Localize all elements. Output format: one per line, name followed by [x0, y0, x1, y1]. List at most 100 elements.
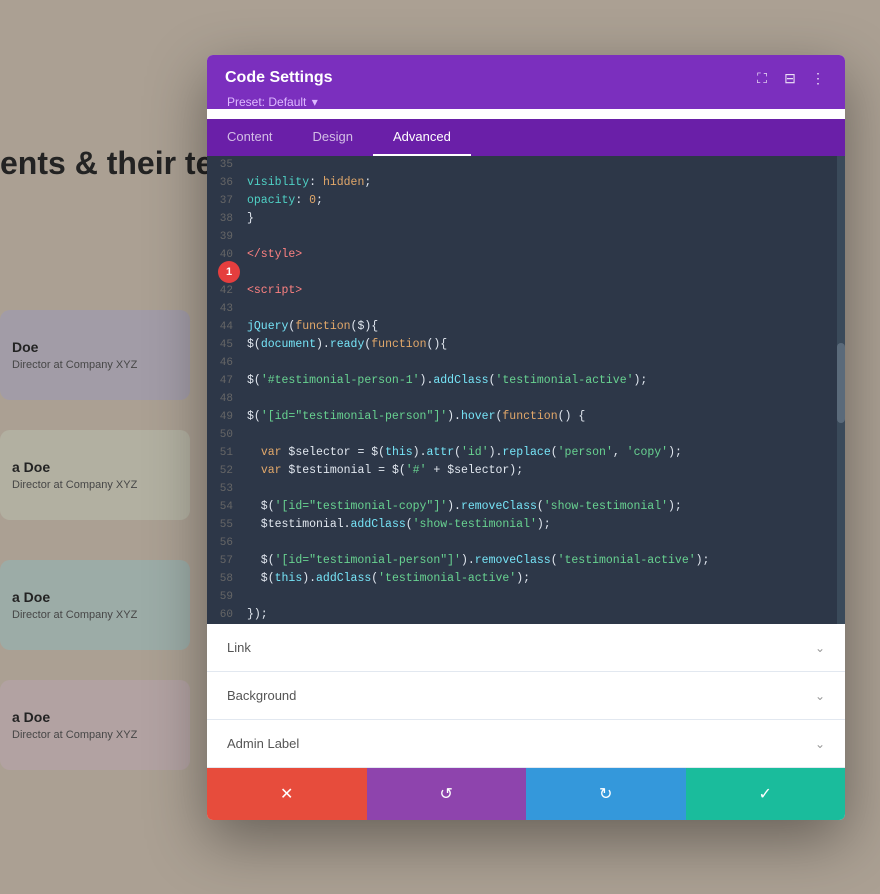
modal-title: Code Settings	[225, 69, 333, 87]
code-line: 44jQuery(function($){	[207, 318, 845, 336]
accordion-background: Background ⌄	[207, 672, 845, 720]
code-line: 45$(document).ready(function(){	[207, 336, 845, 354]
modal-header-top: Code Settings ⛶ ⊟ ⋮	[225, 69, 827, 87]
line-number: 59	[207, 588, 243, 606]
reset-button[interactable]: ↺	[367, 768, 527, 820]
code-line: 36visiblity: hidden;	[207, 174, 845, 192]
accordion-link-chevron: ⌄	[815, 641, 825, 655]
modal-footer: ✕ ↺ ↻ ✓	[207, 768, 845, 820]
line-content: </style>	[243, 246, 302, 264]
accordion-admin-label: Admin Label ⌄	[207, 720, 845, 768]
line-number: 51	[207, 444, 243, 462]
code-line: 56	[207, 534, 845, 552]
line-content: $('#testimonial-person-1').addClass('tes…	[243, 372, 647, 390]
line-content: visiblity: hidden;	[243, 174, 371, 192]
code-line: 50	[207, 426, 845, 444]
line-number: 47	[207, 372, 243, 390]
line-content	[243, 390, 247, 408]
line-content: $('[id="testimonial-person"]').hover(fun…	[243, 408, 585, 426]
accordion-link-header[interactable]: Link ⌄	[207, 624, 845, 671]
preset-label: Preset: Default	[227, 95, 306, 109]
line-number: 42	[207, 282, 243, 300]
line-content: });	[243, 606, 268, 624]
code-line: 58 $(this).addClass('testimonial-active'…	[207, 570, 845, 588]
accordion-link: Link ⌄	[207, 624, 845, 672]
line-number: 55	[207, 516, 243, 534]
line-number: 54	[207, 498, 243, 516]
code-line: 39	[207, 228, 845, 246]
code-line: 57 $('[id="testimonial-person"]').remove…	[207, 552, 845, 570]
line-content: opacity: 0;	[243, 192, 323, 210]
code-line: 35	[207, 156, 845, 174]
line-number: 60	[207, 606, 243, 624]
line-number: 46	[207, 354, 243, 372]
line-content: $testimonial.addClass('show-testimonial'…	[243, 516, 551, 534]
code-line: 38}	[207, 210, 845, 228]
modal-header-icons: ⛶ ⊟ ⋮	[753, 69, 827, 87]
code-line: 49$('[id="testimonial-person"]').hover(f…	[207, 408, 845, 426]
code-line: 41	[207, 264, 845, 282]
line-number: 43	[207, 300, 243, 318]
modal-header: Code Settings ⛶ ⊟ ⋮ Preset: Default ▾	[207, 55, 845, 109]
line-number: 39	[207, 228, 243, 246]
screen-icon[interactable]: ⛶	[753, 69, 771, 87]
line-number: 37	[207, 192, 243, 210]
line-content	[243, 156, 247, 174]
line-number: 48	[207, 390, 243, 408]
line-content	[243, 480, 247, 498]
code-line: 42<script>	[207, 282, 845, 300]
scrollbar-thumb[interactable]	[837, 343, 845, 423]
code-line: 54 $('[id="testimonial-copy"]').removeCl…	[207, 498, 845, 516]
code-line: 55 $testimonial.addClass('show-testimoni…	[207, 516, 845, 534]
line-content	[243, 588, 247, 606]
notification-badge: 1	[218, 261, 240, 283]
line-content	[243, 354, 247, 372]
columns-icon[interactable]: ⊟	[781, 69, 799, 87]
line-content: var $testimonial = $('#' + $selector);	[243, 462, 523, 480]
accordion-background-header[interactable]: Background ⌄	[207, 672, 845, 719]
accordion-background-chevron: ⌄	[815, 689, 825, 703]
code-settings-modal: Code Settings ⛶ ⊟ ⋮ Preset: Default ▾ Co…	[207, 55, 845, 820]
accordion-link-label: Link	[227, 640, 251, 655]
line-number: 45	[207, 336, 243, 354]
code-line: 37opacity: 0;	[207, 192, 845, 210]
line-number: 57	[207, 552, 243, 570]
save-button[interactable]: ✓	[686, 768, 846, 820]
line-content	[243, 228, 247, 246]
scrollbar-track[interactable]	[837, 156, 845, 624]
more-icon[interactable]: ⋮	[809, 69, 827, 87]
line-content: <script>	[243, 282, 302, 300]
preset-selector[interactable]: Preset: Default ▾	[225, 95, 827, 109]
preset-arrow: ▾	[312, 95, 318, 109]
line-content: $(this).addClass('testimonial-active');	[243, 570, 530, 588]
cancel-button[interactable]: ✕	[207, 768, 367, 820]
code-line: 40</style>	[207, 246, 845, 264]
line-number: 53	[207, 480, 243, 498]
code-line: 60});	[207, 606, 845, 624]
line-content: jQuery(function($){	[243, 318, 378, 336]
code-line: 51 var $selector = $(this).attr('id').re…	[207, 444, 845, 462]
line-content: var $selector = $(this).attr('id').repla…	[243, 444, 682, 462]
line-number: 49	[207, 408, 243, 426]
line-content	[243, 426, 247, 444]
line-number: 58	[207, 570, 243, 588]
accordion-admin-label-header[interactable]: Admin Label ⌄	[207, 720, 845, 767]
tab-advanced[interactable]: Advanced	[373, 119, 471, 156]
line-number: 35	[207, 156, 243, 174]
line-number: 36	[207, 174, 243, 192]
code-line: 52 var $testimonial = $('#' + $selector)…	[207, 462, 845, 480]
code-editor[interactable]: 3536visiblity: hidden;37opacity: 0;38}39…	[207, 156, 845, 624]
line-content	[243, 264, 247, 282]
tab-design[interactable]: Design	[293, 119, 373, 156]
accordion-admin-label-chevron: ⌄	[815, 737, 825, 751]
line-number: 50	[207, 426, 243, 444]
code-line: 53	[207, 480, 845, 498]
code-line: 47$('#testimonial-person-1').addClass('t…	[207, 372, 845, 390]
code-lines: 3536visiblity: hidden;37opacity: 0;38}39…	[207, 156, 845, 624]
refresh-button[interactable]: ↻	[526, 768, 686, 820]
tab-content[interactable]: Content	[207, 119, 293, 156]
accordion-admin-label-label: Admin Label	[227, 736, 299, 751]
line-content	[243, 300, 247, 318]
line-number: 38	[207, 210, 243, 228]
code-line: 46	[207, 354, 845, 372]
